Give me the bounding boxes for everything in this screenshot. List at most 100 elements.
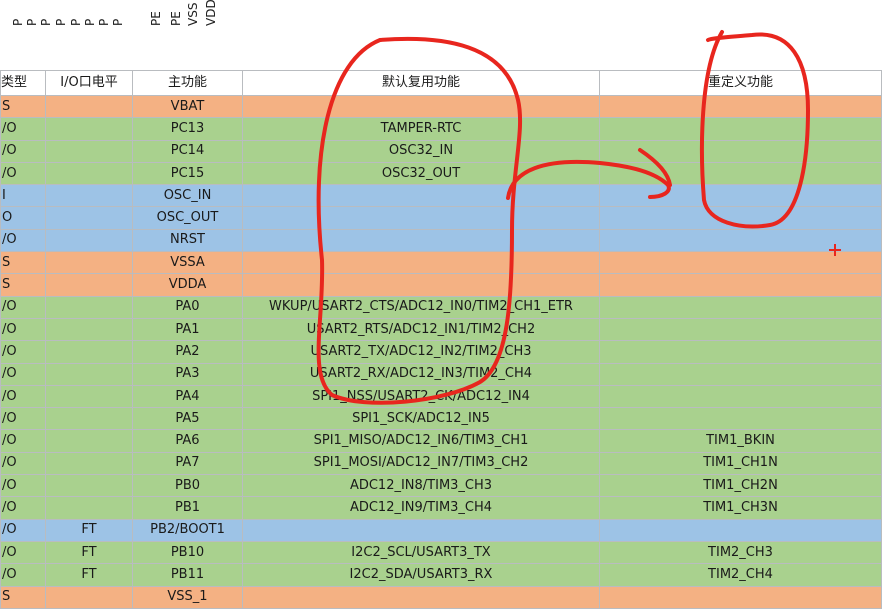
default-alternate-function-cell: I2C2_SDA/USART3_RX	[242, 563, 600, 587]
table-row: /O PA0 WKUP/USART2_CTS/ADC12_IN0/TIM2_CH1_…	[0, 295, 882, 319]
rotated-pin-labels: P P P P P P P P PE PE VSS VDD	[0, 0, 882, 30]
pin-type-cell: /O	[0, 474, 46, 498]
io-level-cell	[45, 585, 133, 609]
io-level-cell	[45, 340, 133, 364]
pin-type-cell: S	[0, 273, 46, 297]
top-pin-label: VSS	[187, 2, 199, 26]
remap-function-cell	[599, 117, 882, 141]
default-alternate-function-cell: ADC12_IN8/TIM3_CH3	[242, 474, 600, 498]
pin-type-cell: /O	[0, 451, 46, 476]
remap-function-cell: TIM2_CH4	[599, 563, 882, 587]
io-level-cell	[45, 139, 133, 163]
pin-type-cell: O	[0, 206, 46, 230]
table-row: /O PA4 SPI1_NSS/USART2_CK/ADC12_IN4	[0, 384, 882, 409]
table-row: /O PB1 ADC12_IN9/TIM3_CH4 TIM1_CH3N	[0, 496, 882, 520]
table-row: /O FT PB2/BOOT1	[0, 518, 882, 542]
main-function-cell: PA3	[132, 362, 243, 386]
table-row: S VSSA	[0, 251, 882, 275]
main-function-cell: PA4	[132, 384, 243, 409]
remap-function-cell	[599, 184, 882, 208]
default-alternate-function-cell: SPI1_MISO/ADC12_IN6/TIM3_CH1	[242, 429, 600, 453]
default-alternate-function-cell: SPI1_SCK/ADC12_IN5	[242, 407, 600, 431]
top-pin-label: PE	[150, 11, 162, 26]
main-function-cell: PA2	[132, 340, 243, 364]
header-default-alternate-function: 默认复用功能	[242, 70, 600, 96]
io-level-cell	[45, 94, 133, 119]
remap-function-cell: TIM1_CH2N	[599, 474, 882, 498]
remap-function-cell	[599, 585, 882, 609]
default-alternate-function-cell	[242, 585, 600, 609]
pin-type-cell: /O	[0, 407, 46, 431]
remap-function-cell	[599, 362, 882, 386]
io-level-cell	[45, 273, 133, 297]
default-alternate-function-cell: SPI1_NSS/USART2_CK/ADC12_IN4	[242, 384, 600, 409]
io-level-cell	[45, 407, 133, 431]
pin-type-cell: /O	[0, 340, 46, 364]
default-alternate-function-cell: I2C2_SCL/USART3_TX	[242, 540, 600, 565]
main-function-cell: VSSA	[132, 251, 243, 275]
pin-type-cell: /O	[0, 384, 46, 409]
top-pin-label: P	[112, 18, 124, 26]
table-row: /O PA5 SPI1_SCK/ADC12_IN5	[0, 407, 882, 431]
top-pin-label: P	[55, 18, 67, 26]
main-function-cell: PC13	[132, 117, 243, 141]
io-level-cell	[45, 117, 133, 141]
io-level-cell	[45, 184, 133, 208]
default-alternate-function-cell	[242, 228, 600, 253]
default-alternate-function-cell: USART2_RTS/ADC12_IN1/TIM2_CH2	[242, 317, 600, 342]
main-function-cell: VBAT	[132, 94, 243, 119]
table-header-row: 类型 I/O口电平 主功能 默认复用功能 重定义功能	[0, 70, 882, 96]
remap-function-cell	[599, 139, 882, 163]
pin-definition-table: 类型 I/O口电平 主功能 默认复用功能 重定义功能 S VBAT/O PC13 TA…	[0, 70, 882, 609]
io-level-cell	[45, 161, 133, 186]
table-row: /O PA6 SPI1_MISO/ADC12_IN6/TIM3_CH1 TIM1_BK…	[0, 429, 882, 453]
remap-function-cell	[599, 273, 882, 297]
top-pin-label: PE	[170, 11, 182, 26]
main-function-cell: OSC_OUT	[132, 206, 243, 230]
io-level-cell: FT	[45, 563, 133, 587]
io-level-cell	[45, 384, 133, 409]
main-function-cell: OSC_IN	[132, 184, 243, 208]
main-function-cell: NRST	[132, 228, 243, 253]
io-level-cell	[45, 317, 133, 342]
table-row: /O FT PB10 I2C2_SCL/USART3_TX TIM2_CH3	[0, 540, 882, 565]
io-level-cell	[45, 295, 133, 319]
table-row: /O PC13 TAMPER-RTC	[0, 117, 882, 141]
table-row: /O PA7 SPI1_MOSI/ADC12_IN7/TIM3_CH2 TIM1_CH…	[0, 451, 882, 476]
default-alternate-function-cell	[242, 251, 600, 275]
remap-function-cell: TIM2_CH3	[599, 540, 882, 565]
remap-function-cell	[599, 340, 882, 364]
main-function-cell: PA1	[132, 317, 243, 342]
pin-type-cell: S	[0, 94, 46, 119]
table-row: /O PC15 OSC32_OUT	[0, 161, 882, 186]
pin-type-cell: S	[0, 585, 46, 609]
default-alternate-function-cell: SPI1_MOSI/ADC12_IN7/TIM3_CH2	[242, 451, 600, 476]
pin-type-cell: /O	[0, 295, 46, 319]
remap-function-cell	[599, 251, 882, 275]
main-function-cell: PA6	[132, 429, 243, 453]
table-row: S VDDA	[0, 273, 882, 297]
header-remap-function: 重定义功能	[599, 70, 882, 96]
main-function-cell: PA7	[132, 451, 243, 476]
table-row: /O PA2 USART2_TX/ADC12_IN2/TIM2_CH3	[0, 340, 882, 364]
remap-function-cell	[599, 317, 882, 342]
pin-type-cell: S	[0, 251, 46, 275]
table-row: S VSS_1	[0, 585, 882, 609]
main-function-cell: PB10	[132, 540, 243, 565]
top-pin-label: P	[70, 18, 82, 26]
table-row: /O PA3 USART2_RX/ADC12_IN3/TIM2_CH4	[0, 362, 882, 386]
remap-function-cell: TIM1_CH3N	[599, 496, 882, 520]
io-level-cell	[45, 206, 133, 230]
remap-function-cell: TIM1_BKIN	[599, 429, 882, 453]
default-alternate-function-cell	[242, 518, 600, 542]
pin-type-cell: /O	[0, 429, 46, 453]
table-row: /O PA1 USART2_RTS/ADC12_IN1/TIM2_CH2	[0, 317, 882, 342]
table-row: I OSC_IN	[0, 184, 882, 208]
io-level-cell	[45, 496, 133, 520]
io-level-cell	[45, 362, 133, 386]
pin-type-cell: /O	[0, 518, 46, 542]
main-function-cell: PB2/BOOT1	[132, 518, 243, 542]
default-alternate-function-cell: OSC32_IN	[242, 139, 600, 163]
table-row: O OSC_OUT	[0, 206, 882, 230]
io-level-cell: FT	[45, 540, 133, 565]
